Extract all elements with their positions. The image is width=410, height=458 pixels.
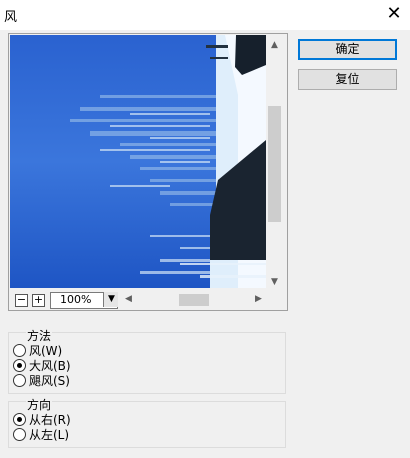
- vertical-scroll-thumb[interactable]: [268, 106, 281, 222]
- title-bar: [0, 0, 410, 30]
- reset-button[interactable]: 复位: [298, 69, 397, 90]
- zoom-in-button[interactable]: +: [32, 294, 45, 307]
- method-radio-gale[interactable]: [13, 359, 26, 372]
- zoom-value: 100%: [60, 293, 92, 306]
- method-label-hurricane[interactable]: 飓风(S): [29, 372, 70, 389]
- zoom-out-button[interactable]: −: [15, 294, 28, 307]
- scroll-left-icon[interactable]: ◀: [120, 291, 137, 308]
- scroll-down-icon[interactable]: ▼: [266, 274, 283, 291]
- chevron-down-icon[interactable]: ▼: [103, 292, 119, 307]
- close-icon[interactable]: ✕: [384, 4, 404, 24]
- direction-radio-from-left[interactable]: [13, 428, 26, 441]
- direction-radio-from-right[interactable]: [13, 413, 26, 426]
- scroll-right-icon[interactable]: ▶: [250, 291, 267, 308]
- horizontal-scroll-thumb[interactable]: [179, 294, 209, 306]
- preview-image[interactable]: [10, 35, 266, 288]
- scroll-up-icon[interactable]: ▲: [266, 37, 283, 54]
- window-title: 风: [4, 10, 18, 25]
- method-radio-wind[interactable]: [13, 344, 26, 357]
- ok-button[interactable]: 确定: [298, 39, 397, 60]
- direction-label-from-left[interactable]: 从左(L): [29, 426, 69, 443]
- method-radio-hurricane[interactable]: [13, 374, 26, 387]
